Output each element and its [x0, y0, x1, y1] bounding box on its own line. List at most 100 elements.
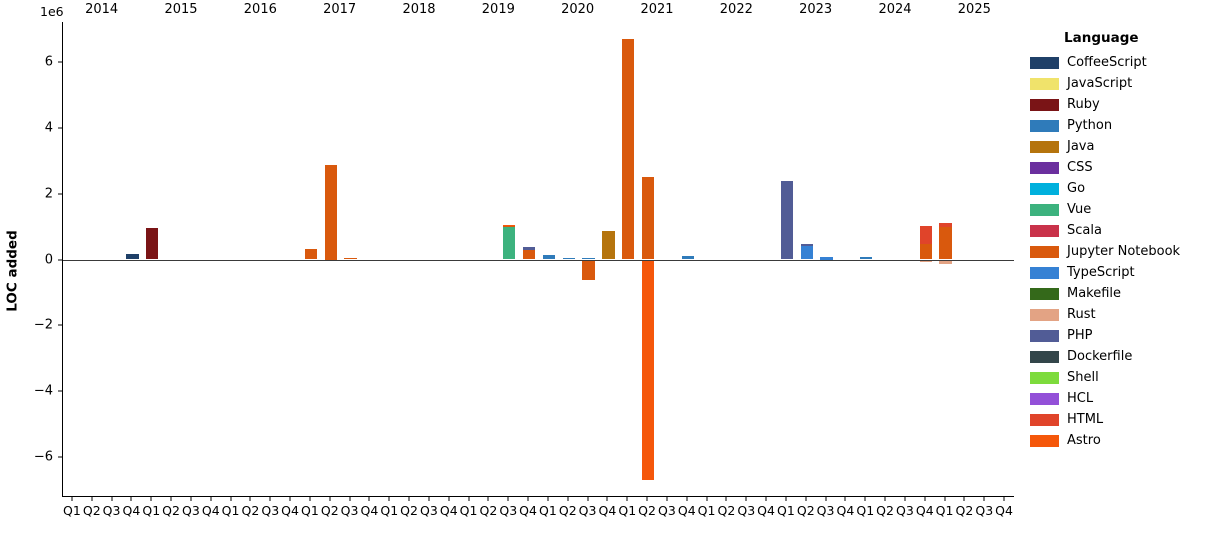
x-tick-mark — [666, 497, 668, 501]
x-tick-label: Q2 — [638, 503, 656, 518]
x-tick-label: Q1 — [380, 503, 399, 518]
legend-item[interactable]: Shell — [1030, 367, 1205, 388]
legend-item-label: Go — [1067, 181, 1086, 196]
chart-root: 1e6 LOC added −6 −4 −2 0 2 4 6 2014 2015 2016 201… — [0, 0, 1207, 542]
x-tick-label: Q1 — [221, 503, 240, 518]
legend-item-label: Astro — [1067, 433, 1101, 448]
legend-item[interactable]: Scala — [1030, 220, 1205, 241]
x-tick-label: Q1 — [856, 503, 875, 518]
legend-item-label: PHP — [1067, 328, 1093, 343]
x-tick-label: Q3 — [578, 503, 597, 518]
x-tick-mark — [150, 497, 152, 501]
x-tick-mark — [884, 497, 886, 501]
x-tick-label: Q1 — [301, 503, 319, 518]
legend-item[interactable]: Astro — [1030, 430, 1205, 451]
legend-item-label: HCL — [1067, 391, 1094, 406]
legend-swatch — [1030, 350, 1059, 363]
legend-item-label: Java — [1067, 139, 1095, 154]
year-label: 2016 — [243, 2, 277, 17]
legend-item[interactable]: HCL — [1030, 388, 1205, 409]
legend-swatch — [1030, 329, 1059, 342]
legend-swatch — [1030, 287, 1059, 300]
x-tick-mark — [825, 497, 827, 501]
legend-item[interactable]: Java — [1030, 136, 1205, 157]
x-tick-mark — [944, 497, 946, 501]
legend-item-label: TypeScript — [1067, 265, 1135, 280]
legend-item[interactable]: Ruby — [1030, 94, 1205, 115]
y-tick-mark — [58, 390, 62, 392]
legend-item-label: HTML — [1067, 412, 1104, 427]
legend-item-label: Jupyter Notebook — [1067, 244, 1181, 259]
x-tick-label: Q2 — [162, 503, 180, 518]
x-tick-mark — [210, 497, 212, 501]
legend-item[interactable]: TypeScript — [1030, 262, 1205, 283]
bar-segment — [503, 225, 516, 228]
legend-swatch — [1030, 140, 1059, 153]
x-tick-mark — [904, 497, 906, 501]
legend-item-label: Ruby — [1067, 97, 1100, 112]
year-label: 2018 — [402, 2, 436, 17]
legend-item[interactable]: Jupyter Notebook — [1030, 241, 1205, 262]
x-tick-mark — [368, 497, 370, 501]
legend-swatch — [1030, 98, 1059, 111]
zero-baseline — [63, 259, 1014, 261]
legend-item[interactable]: Vue — [1030, 199, 1205, 220]
x-tick-mark — [349, 497, 351, 501]
legend-item[interactable]: HTML — [1030, 409, 1205, 430]
x-tick-label: Q3 — [420, 503, 438, 518]
legend-item-label: Vue — [1067, 202, 1092, 217]
bar-segment — [503, 224, 516, 226]
year-label: 2023 — [799, 2, 833, 17]
x-tick-mark — [71, 497, 73, 501]
legend-item[interactable]: Dockerfile — [1030, 346, 1205, 367]
y-tick-mark — [58, 127, 62, 129]
x-tick-mark — [309, 497, 311, 501]
x-tick-label: Q1 — [697, 503, 716, 518]
x-tick-mark — [111, 497, 113, 501]
bar-segment — [641, 259, 655, 480]
x-tick-label: Q2 — [400, 503, 418, 518]
legend-item[interactable]: CoffeeScript — [1030, 52, 1205, 73]
legend-item[interactable]: Go — [1030, 178, 1205, 199]
x-tick-label: Q3 — [102, 503, 121, 518]
x-tick-mark — [765, 497, 767, 501]
bar-segment — [919, 243, 932, 260]
y-tick-label: −6 — [33, 449, 53, 465]
legend-item[interactable]: PHP — [1030, 325, 1205, 346]
x-tick-mark — [448, 497, 450, 501]
x-tick-label: Q1 — [777, 503, 795, 518]
x-tick-label: Q3 — [975, 503, 994, 518]
legend-item[interactable]: Python — [1030, 115, 1205, 136]
y-tick-label: −4 — [33, 383, 53, 399]
legend-item-label: Shell — [1067, 370, 1099, 385]
x-tick-label: Q2 — [558, 503, 577, 518]
bar-segment — [641, 177, 655, 260]
x-tick-mark — [646, 497, 648, 501]
x-tick-mark — [468, 497, 470, 501]
x-tick-mark — [626, 497, 628, 501]
legend-item[interactable]: CSS — [1030, 157, 1205, 178]
y-axis-tick-labels: −6 −4 −2 0 2 4 6 — [24, 0, 58, 542]
x-tick-mark — [408, 497, 410, 501]
legend-item[interactable]: Makefile — [1030, 283, 1205, 304]
x-tick-label: Q1 — [618, 503, 637, 518]
legend-item-label: CoffeeScript — [1067, 55, 1147, 70]
x-tick-label: Q4 — [598, 503, 617, 518]
legend-item[interactable]: Rust — [1030, 304, 1205, 325]
legend-swatch — [1030, 266, 1059, 279]
x-tick-label: Q3 — [896, 503, 914, 518]
bar-segment — [919, 226, 932, 244]
x-tick-label: Q4 — [360, 503, 379, 518]
x-tick-mark — [130, 497, 132, 501]
legend-item[interactable]: JavaScript — [1030, 73, 1205, 94]
year-label: 2014 — [85, 2, 119, 17]
x-tick-mark — [428, 497, 430, 501]
y-tick-mark — [58, 193, 62, 195]
x-tick-label: Q2 — [479, 503, 498, 518]
x-tick-label: Q2 — [320, 503, 339, 518]
legend-swatch — [1030, 245, 1059, 258]
x-tick-mark — [249, 497, 251, 501]
x-tick-label: Q2 — [82, 503, 101, 518]
x-tick-label: Q2 — [717, 503, 736, 518]
bar-segment — [939, 227, 952, 260]
